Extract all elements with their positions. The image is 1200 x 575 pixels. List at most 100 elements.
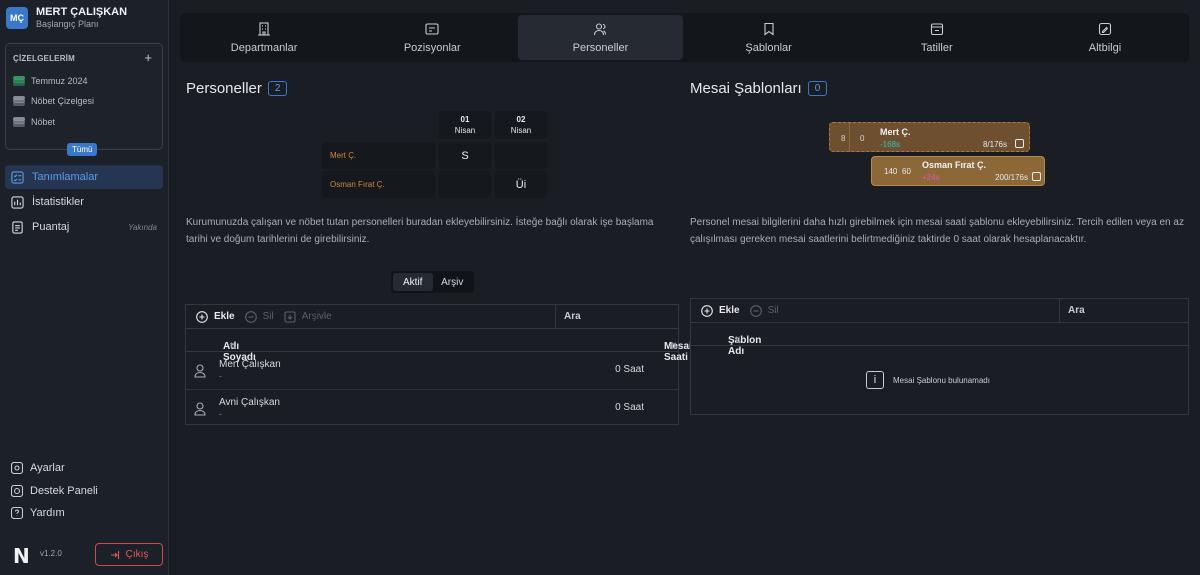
tab-pozisyonlar[interactable]: Pozisyonlar — [350, 15, 514, 60]
archive-icon — [284, 310, 296, 323]
tab-label: Tatiller — [920, 41, 953, 54]
template-preview-name: Osman Fırat Ç. — [922, 160, 987, 170]
personnel-search-input[interactable]: Ara — [555, 305, 679, 328]
preview-day: 02 — [516, 115, 526, 124]
nav-item-istatistikler[interactable]: İstatistikler — [5, 190, 163, 214]
tab-altbilgi[interactable]: Altbilgi — [1023, 15, 1187, 60]
tab-sablonlar[interactable]: Şablonlar — [687, 15, 851, 60]
divider — [849, 123, 850, 152]
preview-shift-cell — [495, 142, 547, 169]
schedule-item[interactable]: Temmuz 2024 — [13, 76, 88, 86]
section-title-text: Personeller — [186, 80, 262, 97]
personnel-subtitle: - — [219, 409, 222, 419]
nav-item-label: Yardım — [30, 507, 65, 519]
schedule-item-label: Temmuz 2024 — [31, 76, 88, 86]
calendar-icon — [1015, 139, 1024, 148]
section-title-text: Mesai Şablonları — [690, 80, 802, 97]
table-row[interactable]: Avni Çalışkan - 0 Saat — [186, 390, 678, 428]
tab-tatiller[interactable]: Tatiller — [855, 15, 1019, 60]
sort-icon: ⇅ — [734, 335, 742, 345]
stack-green-icon — [13, 76, 25, 86]
column-label: Şablon Adı — [728, 335, 762, 357]
schedule-item[interactable]: Nöbet Çizelgesi — [13, 96, 94, 106]
preview-day-header: 01 Nisan — [439, 111, 491, 139]
plus-circle-icon — [701, 304, 713, 317]
plus-circle-icon — [196, 310, 208, 323]
schedules-panel: ÇİZELGELERİM + Temmuz 2024 Nöbet Çizelge… — [5, 43, 163, 150]
template-preview-card: 140 60 Osman Fırat Ç. +24s 200/176s — [871, 156, 1045, 186]
bookmark-icon — [764, 22, 774, 36]
badge-icon — [425, 22, 439, 35]
personnel-description: Kurumunuzda çalışan ve nöbet tutan perso… — [186, 217, 654, 245]
tab-label: Personeller — [572, 41, 629, 54]
logout-button[interactable]: Çıkış — [95, 543, 163, 566]
add-template-button[interactable]: Ekle — [701, 304, 740, 317]
template-preview-value: 140 — [884, 167, 898, 176]
user-card[interactable]: MÇ MERT ÇALIŞKAN Başlangıç Planı — [6, 6, 127, 30]
minus-circle-icon — [244, 310, 257, 323]
template-preview-name: Mert Ç. — [880, 127, 911, 137]
archive-filter-button[interactable]: Arşiv — [433, 273, 473, 291]
nav-item-label: İstatistikler — [32, 196, 84, 208]
note-edit-icon — [1098, 22, 1111, 35]
active-filter-button[interactable]: Aktif — [393, 273, 433, 291]
preview-shift-cell: Üi — [495, 171, 547, 198]
nav-item-help[interactable]: Yardım — [11, 507, 65, 519]
stats-icon — [11, 195, 24, 209]
preview-name: Osman Fırat Ç. — [330, 180, 385, 189]
building-icon — [258, 21, 271, 36]
coming-soon-badge: Yakında — [128, 222, 157, 232]
personnel-title: Personeller 2 — [186, 80, 288, 97]
add-schedule-button[interactable]: + — [144, 50, 152, 65]
tab-departmanlar[interactable]: Departmanlar — [182, 15, 346, 60]
table-row[interactable]: Mert Çalışkan - 0 Saat — [186, 352, 678, 390]
user-plan: Başlangıç Planı — [36, 19, 99, 29]
delete-label: Sil — [767, 305, 779, 316]
add-personnel-button[interactable]: Ekle — [196, 310, 235, 323]
personnel-count-badge: 2 — [267, 81, 288, 96]
document-icon — [12, 220, 23, 234]
user-name: MERT ÇALIŞKAN — [36, 6, 128, 18]
preview-shift-cell — [439, 171, 491, 198]
nav-item-support[interactable]: Destek Paneli — [11, 485, 98, 497]
table-toolbar: Ekle Sil Arşivle Ara — [186, 305, 678, 329]
personnel-name: Mert Çalışkan — [219, 359, 281, 370]
preview-name-cell: Osman Fırat Ç. — [322, 171, 435, 198]
minus-circle-icon — [749, 304, 762, 317]
archive-label: Arşivle — [301, 311, 332, 322]
preview-day: 01 — [460, 115, 470, 124]
delete-personnel-button[interactable]: Sil — [244, 310, 274, 323]
nav-item-tanimlamalar[interactable]: Tanımlamalar — [5, 165, 163, 189]
nav-item-label: Tanımlamalar — [32, 171, 99, 183]
user-icon — [194, 402, 206, 416]
all-schedules-button[interactable]: Tümü — [67, 143, 98, 156]
status-toggle: Aktif Arşiv — [391, 271, 474, 293]
gear-icon — [11, 462, 23, 474]
calendar-icon — [1032, 172, 1041, 181]
template-search-input[interactable]: Ara — [1059, 299, 1189, 322]
add-label: Ekle — [214, 311, 235, 322]
preview-day-header: 02 Nisan — [495, 111, 547, 139]
empty-state-text: Mesai Şablonu bulunamadı — [893, 375, 990, 385]
nav-item-label: Destek Paneli — [30, 485, 98, 497]
empty-state: i Mesai Şablonu bulunamadı — [866, 371, 990, 389]
schedule-item-label: Nöbet Çizelgesi — [31, 96, 95, 106]
table-toolbar: Ekle Sil Ara — [691, 299, 1188, 323]
template-preview-value: 8 — [841, 134, 846, 143]
delete-template-button[interactable]: Sil — [749, 304, 779, 317]
schedule-item[interactable]: Nöbet — [13, 117, 55, 127]
nav-item-puantaj[interactable]: Puantaj Yakında — [5, 215, 163, 239]
nav-item-label: Puantaj — [32, 221, 70, 233]
nav-item-settings[interactable]: Ayarlar — [11, 462, 65, 474]
tab-personeller[interactable]: Personeller — [518, 15, 683, 60]
personnel-hours: 0 Saat — [615, 364, 644, 375]
tab-label: Şablonlar — [745, 41, 792, 54]
tab-label: Pozisyonlar — [403, 41, 461, 54]
archive-personnel-button[interactable]: Arşivle — [284, 310, 332, 323]
preview-name: Mert Ç. — [330, 151, 357, 160]
calendar-icon — [930, 22, 943, 35]
personnel-name: Avni Çalışkan — [219, 397, 280, 408]
stack-grey-icon — [13, 117, 25, 127]
info-icon: i — [866, 371, 884, 389]
nav-item-label: Ayarlar — [30, 462, 65, 474]
